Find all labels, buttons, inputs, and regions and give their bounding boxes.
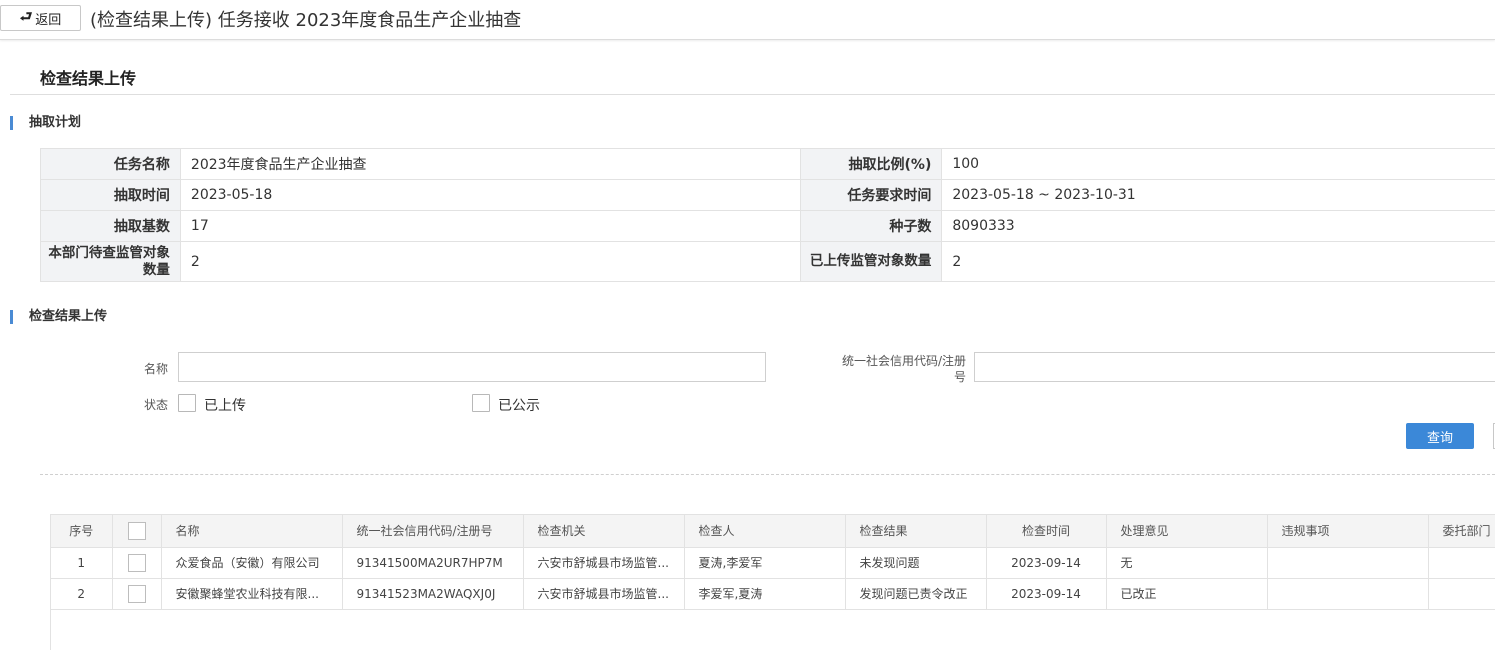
cell-code: 91341523MA2WAQXJ0J [342, 578, 524, 610]
name-label: 名称 [143, 362, 168, 376]
col-header-opinion[interactable]: 处理意见 [1106, 515, 1268, 548]
plan-label: 任务要求时间 [800, 179, 943, 211]
cell-index: 2 [51, 578, 113, 610]
select-all-checkbox[interactable] [127, 521, 146, 540]
section-title: 检查结果上传 [40, 69, 137, 88]
plan-label: 抽取比例(%) [800, 148, 943, 180]
cell-index: 1 [51, 547, 113, 579]
plan-label: 任务名称 [40, 148, 181, 180]
table-header-row: 序号 名称 统一社会信用代码/注册号 检查机关 检查人 检查结果 检查时间 处理… [51, 515, 1495, 548]
cell-authority: 六安市舒城县市场监管... [523, 547, 685, 579]
plan-row: 任务名称 2023年度食品生产企业抽查 抽取比例(%) 100 [40, 148, 1495, 180]
col-header-inspector[interactable]: 检查人 [684, 515, 846, 548]
cell-inspector: 夏涛,李爱军 [684, 547, 846, 579]
cell-authority: 六安市舒城县市场监管... [523, 578, 685, 610]
plan-label: 种子数 [800, 210, 943, 242]
uploaded-option-label: 已上传 [204, 398, 246, 414]
top-bar: ⮐ 返回 (检查结果上传) 任务接收 2023年度食品生产企业抽查 [0, 0, 1495, 40]
status-label: 状态 [143, 398, 168, 412]
cell-select[interactable] [112, 578, 162, 610]
cell-violation [1267, 547, 1429, 579]
cell-code: 91341500MA2UR7HP7M [342, 547, 524, 579]
plan-value: 2023年度食品生产企业抽查 [179, 148, 802, 180]
plan-value: 2 [941, 241, 1495, 282]
section-divider [10, 94, 1495, 95]
cell-select[interactable] [112, 547, 162, 579]
plan-row: 抽取基数 17 种子数 8090333 [40, 210, 1495, 242]
results-table: 序号 名称 统一社会信用代码/注册号 检查机关 检查人 检查结果 检查时间 处理… [51, 515, 1495, 610]
plan-heading: 抽取计划 [10, 116, 81, 130]
table-row[interactable]: 2 安徽聚蜂堂农业科技有限... 91341523MA2WAQXJ0J 六安市舒… [51, 578, 1495, 610]
cell-inspector: 李爱军,夏涛 [684, 578, 846, 610]
col-header-authority[interactable]: 检查机关 [523, 515, 685, 548]
cell-name: 众爱食品（安徽）有限公司 [161, 547, 343, 579]
back-arrow-icon: ⮐ [19, 8, 33, 24]
cell-date: 2023-09-14 [986, 578, 1107, 610]
col-header-date[interactable]: 检查时间 [986, 515, 1107, 548]
dashed-divider [40, 474, 1495, 475]
code-label: 统一社会信用代码/注册号 [841, 354, 966, 384]
page-title: (检查结果上传) 任务接收 2023年度食品生产企业抽查 [90, 10, 522, 31]
published-option-label: 已公示 [498, 398, 540, 414]
cell-violation [1267, 578, 1429, 610]
plan-label: 本部门待查监管对象数量 [40, 241, 181, 282]
plan-row: 本部门待查监管对象数量 2 已上传监管对象数量 2 [40, 241, 1495, 282]
plan-value: 2 [179, 241, 802, 282]
name-input[interactable] [178, 352, 766, 382]
plan-row: 抽取时间 2023-05-18 任务要求时间 2023-05-18 ~ 2023… [40, 179, 1495, 211]
plan-label: 抽取时间 [40, 179, 181, 211]
cell-result: 未发现问题 [845, 547, 987, 579]
plan-value: 2023-05-18 [179, 179, 802, 211]
published-checkbox[interactable] [472, 394, 490, 412]
row-checkbox[interactable] [127, 553, 146, 572]
query-button[interactable]: 查询 [1406, 423, 1474, 449]
back-button-label: 返回 [35, 11, 62, 27]
results-grid: 序号 名称 统一社会信用代码/注册号 检查机关 检查人 检查结果 检查时间 处理… [50, 514, 1495, 650]
plan-label: 已上传监管对象数量 [800, 241, 943, 282]
back-button[interactable]: ⮐ 返回 [0, 5, 81, 31]
col-header-index: 序号 [51, 515, 113, 548]
table-row[interactable]: 1 众爱食品（安徽）有限公司 91341500MA2UR7HP7M 六安市舒城县… [51, 547, 1495, 579]
col-header-code[interactable]: 统一社会信用代码/注册号 [342, 515, 524, 548]
row-checkbox[interactable] [127, 584, 146, 603]
plan-value: 2023-05-18 ~ 2023-10-31 [941, 179, 1495, 211]
cell-department [1428, 547, 1495, 579]
col-header-result[interactable]: 检查结果 [845, 515, 987, 548]
plan-label: 抽取基数 [40, 210, 181, 242]
col-header-select[interactable] [112, 515, 162, 548]
uploaded-checkbox[interactable] [178, 394, 196, 412]
col-header-violation[interactable]: 违规事项 [1267, 515, 1429, 548]
plan-value: 100 [941, 148, 1495, 180]
cell-opinion: 无 [1106, 547, 1268, 579]
code-input[interactable] [974, 352, 1495, 382]
cell-date: 2023-09-14 [986, 547, 1107, 579]
upload-heading: 检查结果上传 [10, 310, 107, 324]
plan-value: 17 [179, 210, 802, 242]
cell-name: 安徽聚蜂堂农业科技有限... [161, 578, 343, 610]
col-header-name[interactable]: 名称 [161, 515, 343, 548]
plan-info-table: 任务名称 2023年度食品生产企业抽查 抽取比例(%) 100 抽取时间 202… [40, 148, 1495, 282]
cell-opinion: 已改正 [1106, 578, 1268, 610]
col-header-department[interactable]: 委托部门 [1428, 515, 1495, 548]
cell-result: 发现问题已责令改正 [845, 578, 987, 610]
cell-department [1428, 578, 1495, 610]
plan-value: 8090333 [941, 210, 1495, 242]
